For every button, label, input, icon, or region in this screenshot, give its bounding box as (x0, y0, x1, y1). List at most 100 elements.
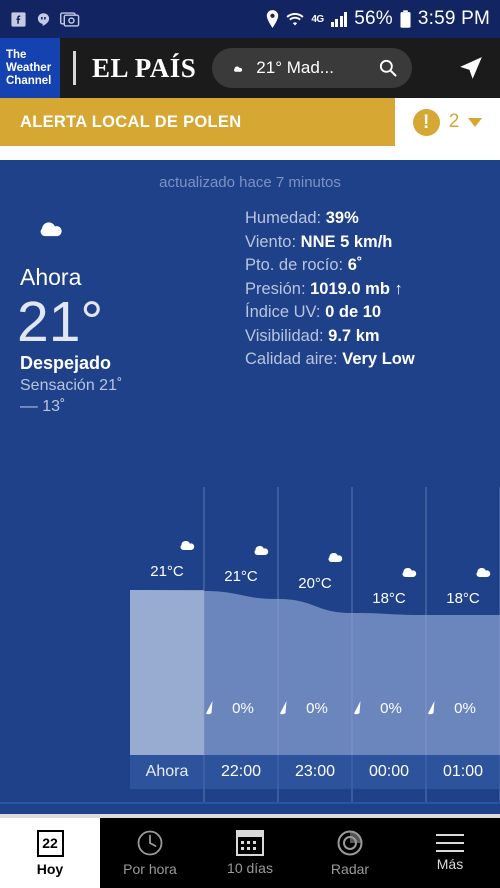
nav-label-ten-days: 10 días (227, 860, 273, 876)
nav-item-today[interactable]: 22 Hoy (0, 818, 100, 888)
hourly-column[interactable]: 20°C 0% 23:00 (278, 487, 352, 802)
nav-label-hourly: Por hora (123, 861, 177, 877)
hourly-forecast-chart[interactable]: 21°C Ahora 21°C 0% 22:00 20°C 0% 23:00 18°C 0% 00:… (0, 487, 500, 802)
detail-row-visibility: Visibilidad: 9.7 km (245, 325, 480, 349)
hourly-temperature: 21°C (150, 563, 184, 580)
detail-label: Viento: (245, 232, 297, 251)
facebook-icon (11, 11, 26, 27)
clock-icon (137, 830, 163, 856)
moon-cloud-icon (230, 59, 243, 77)
alert-count: 2 (448, 111, 460, 132)
current-primary: Ahora 21° Despejado Sensación 21˚ –– 13˚ (17, 201, 245, 416)
status-system-icons: 4G 56% 3:59 PM (266, 8, 490, 30)
hourly-temperature: 18°C (446, 590, 480, 607)
calendar-grid-icon (236, 830, 264, 856)
detail-row-pressure: Presión: 1019.0 mb ↑ (245, 278, 480, 302)
location-pin-icon (267, 10, 279, 28)
alert-count-region[interactable]: ! 2 (395, 98, 500, 146)
nav-item-more[interactable]: Más (400, 818, 500, 888)
hourly-column[interactable]: 21°C 0% 22:00 (204, 487, 278, 802)
current-condition: Despejado (20, 353, 112, 373)
detail-value: 1019.0 mb ↑ (310, 279, 403, 298)
detail-value: NNE 5 km/h (300, 232, 393, 251)
hourly-column[interactable]: 18°C 0% 01:00 (426, 487, 500, 802)
alert-bottom-spacer (0, 146, 500, 160)
partner-logo[interactable]: EL PAÍS (92, 53, 196, 84)
hourly-temperature: 20°C (298, 575, 332, 592)
feels-like-label: Sensación 21˚ (20, 377, 123, 394)
detail-label: Calidad aire: (245, 350, 338, 368)
alert-title-region[interactable]: ALERTA LOCAL DE POLEN (0, 98, 395, 146)
nav-label-today: Hoy (36, 860, 64, 877)
header-divider (73, 51, 76, 85)
current-details-list: Humedad: 39% Viento: NNE 5 km/h Pto. de … (245, 201, 480, 416)
current-conditions: Ahora 21° Despejado Sensación 21˚ –– 13˚… (0, 201, 500, 416)
calendar-day-number: 22 (42, 835, 58, 851)
nav-item-radar[interactable]: Radar (300, 818, 400, 888)
exclamation-circle-icon: ! (412, 108, 440, 136)
alert-banner[interactable]: ALERTA LOCAL DE POLEN ! 2 (0, 98, 500, 146)
logo-line-3: Channel (6, 74, 52, 87)
detail-value: 0 de 10 (325, 303, 382, 321)
hourly-precipitation: 0% (426, 700, 500, 717)
detail-row-wind: Viento: NNE 5 km/h (245, 231, 480, 255)
alert-title: ALERTA LOCAL DE POLEN (20, 112, 242, 131)
search-icon[interactable] (378, 58, 398, 78)
detail-value: 9.7 km (328, 326, 380, 345)
battery-icon (400, 9, 411, 28)
detail-label: Visibilidad: (245, 326, 324, 345)
current-time-label: Ahora (20, 264, 82, 290)
detail-label: Humedad: (245, 209, 322, 227)
detail-value: Very Low (342, 350, 415, 368)
hourly-column[interactable]: 21°C Ahora (130, 487, 204, 802)
hourly-time-label: 01:00 (442, 763, 484, 780)
app-header: The Weather Channel EL PAÍS 21° Mad... (0, 38, 500, 98)
logo-line-1: The (6, 48, 27, 61)
hourly-time-label: 22:00 (220, 763, 262, 780)
navigation-arrow-icon[interactable] (458, 55, 484, 81)
detail-label: Pto. de rocío: (245, 256, 344, 274)
network-type-label: 4G (311, 13, 324, 25)
hourly-precipitation: 0% (278, 700, 352, 717)
hourly-column[interactable]: 18°C 0% 00:00 (352, 487, 426, 802)
nav-label-radar: Radar (330, 861, 370, 877)
radar-icon (337, 830, 363, 856)
logo-line-2: Weather (6, 61, 52, 74)
hourly-precipitation: 0% (352, 700, 426, 717)
battery-percent-label: 56% (354, 8, 393, 29)
hourly-temperature: 21°C (224, 568, 258, 585)
current-temperature: 21° (17, 290, 104, 354)
detail-value: 39% (325, 209, 359, 227)
hourly-temperature: 18°C (372, 590, 406, 607)
bottom-navigation: 22 Hoy Por hora 10 días Radar Más (0, 818, 500, 888)
chart-bottom-rule (0, 802, 500, 804)
status-notification-icons (10, 11, 80, 28)
last-updated-label: actualizado hace 7 minutos (159, 174, 341, 191)
nav-item-ten-days[interactable]: 10 días (200, 818, 300, 888)
hourly-time-label: 23:00 (294, 763, 336, 780)
detail-row-dewpoint: Pto. de rocío: 6˚ (245, 254, 480, 278)
detail-row-humidity: Humedad: 39% (245, 207, 480, 231)
search-value: 21° Mad... (256, 58, 334, 77)
wifi-icon (286, 12, 304, 26)
clock-label: 3:59 PM (417, 8, 490, 29)
weather-channel-logo[interactable]: The Weather Channel (0, 38, 60, 98)
hourly-time-label: Ahora (145, 763, 189, 780)
moon-cloud-icon (31, 205, 62, 249)
location-search-field[interactable]: 21° Mad... (212, 48, 413, 88)
chevron-down-icon[interactable] (468, 117, 483, 127)
detail-label: Presión: (245, 279, 306, 298)
hamburger-menu-icon (436, 834, 464, 852)
hourly-time-label: 00:00 (368, 763, 410, 780)
hourly-precipitation: 0% (204, 700, 278, 717)
nav-item-hourly[interactable]: Por hora (100, 818, 200, 888)
weather-app-screen: 4G 56% 3:59 PM The Weather Channel EL PA… (0, 0, 500, 888)
detail-value: 6˚ (347, 256, 363, 274)
photos-icon (60, 11, 80, 27)
detail-row-air-quality: Calidad aire: Very Low (245, 348, 480, 372)
detail-label: Índice UV: (245, 303, 321, 321)
status-bar: 4G 56% 3:59 PM (0, 0, 500, 38)
detail-row-uv-index: Índice UV: 0 de 10 (245, 301, 480, 325)
hangouts-icon (37, 12, 50, 26)
signal-bars-icon (330, 11, 348, 27)
